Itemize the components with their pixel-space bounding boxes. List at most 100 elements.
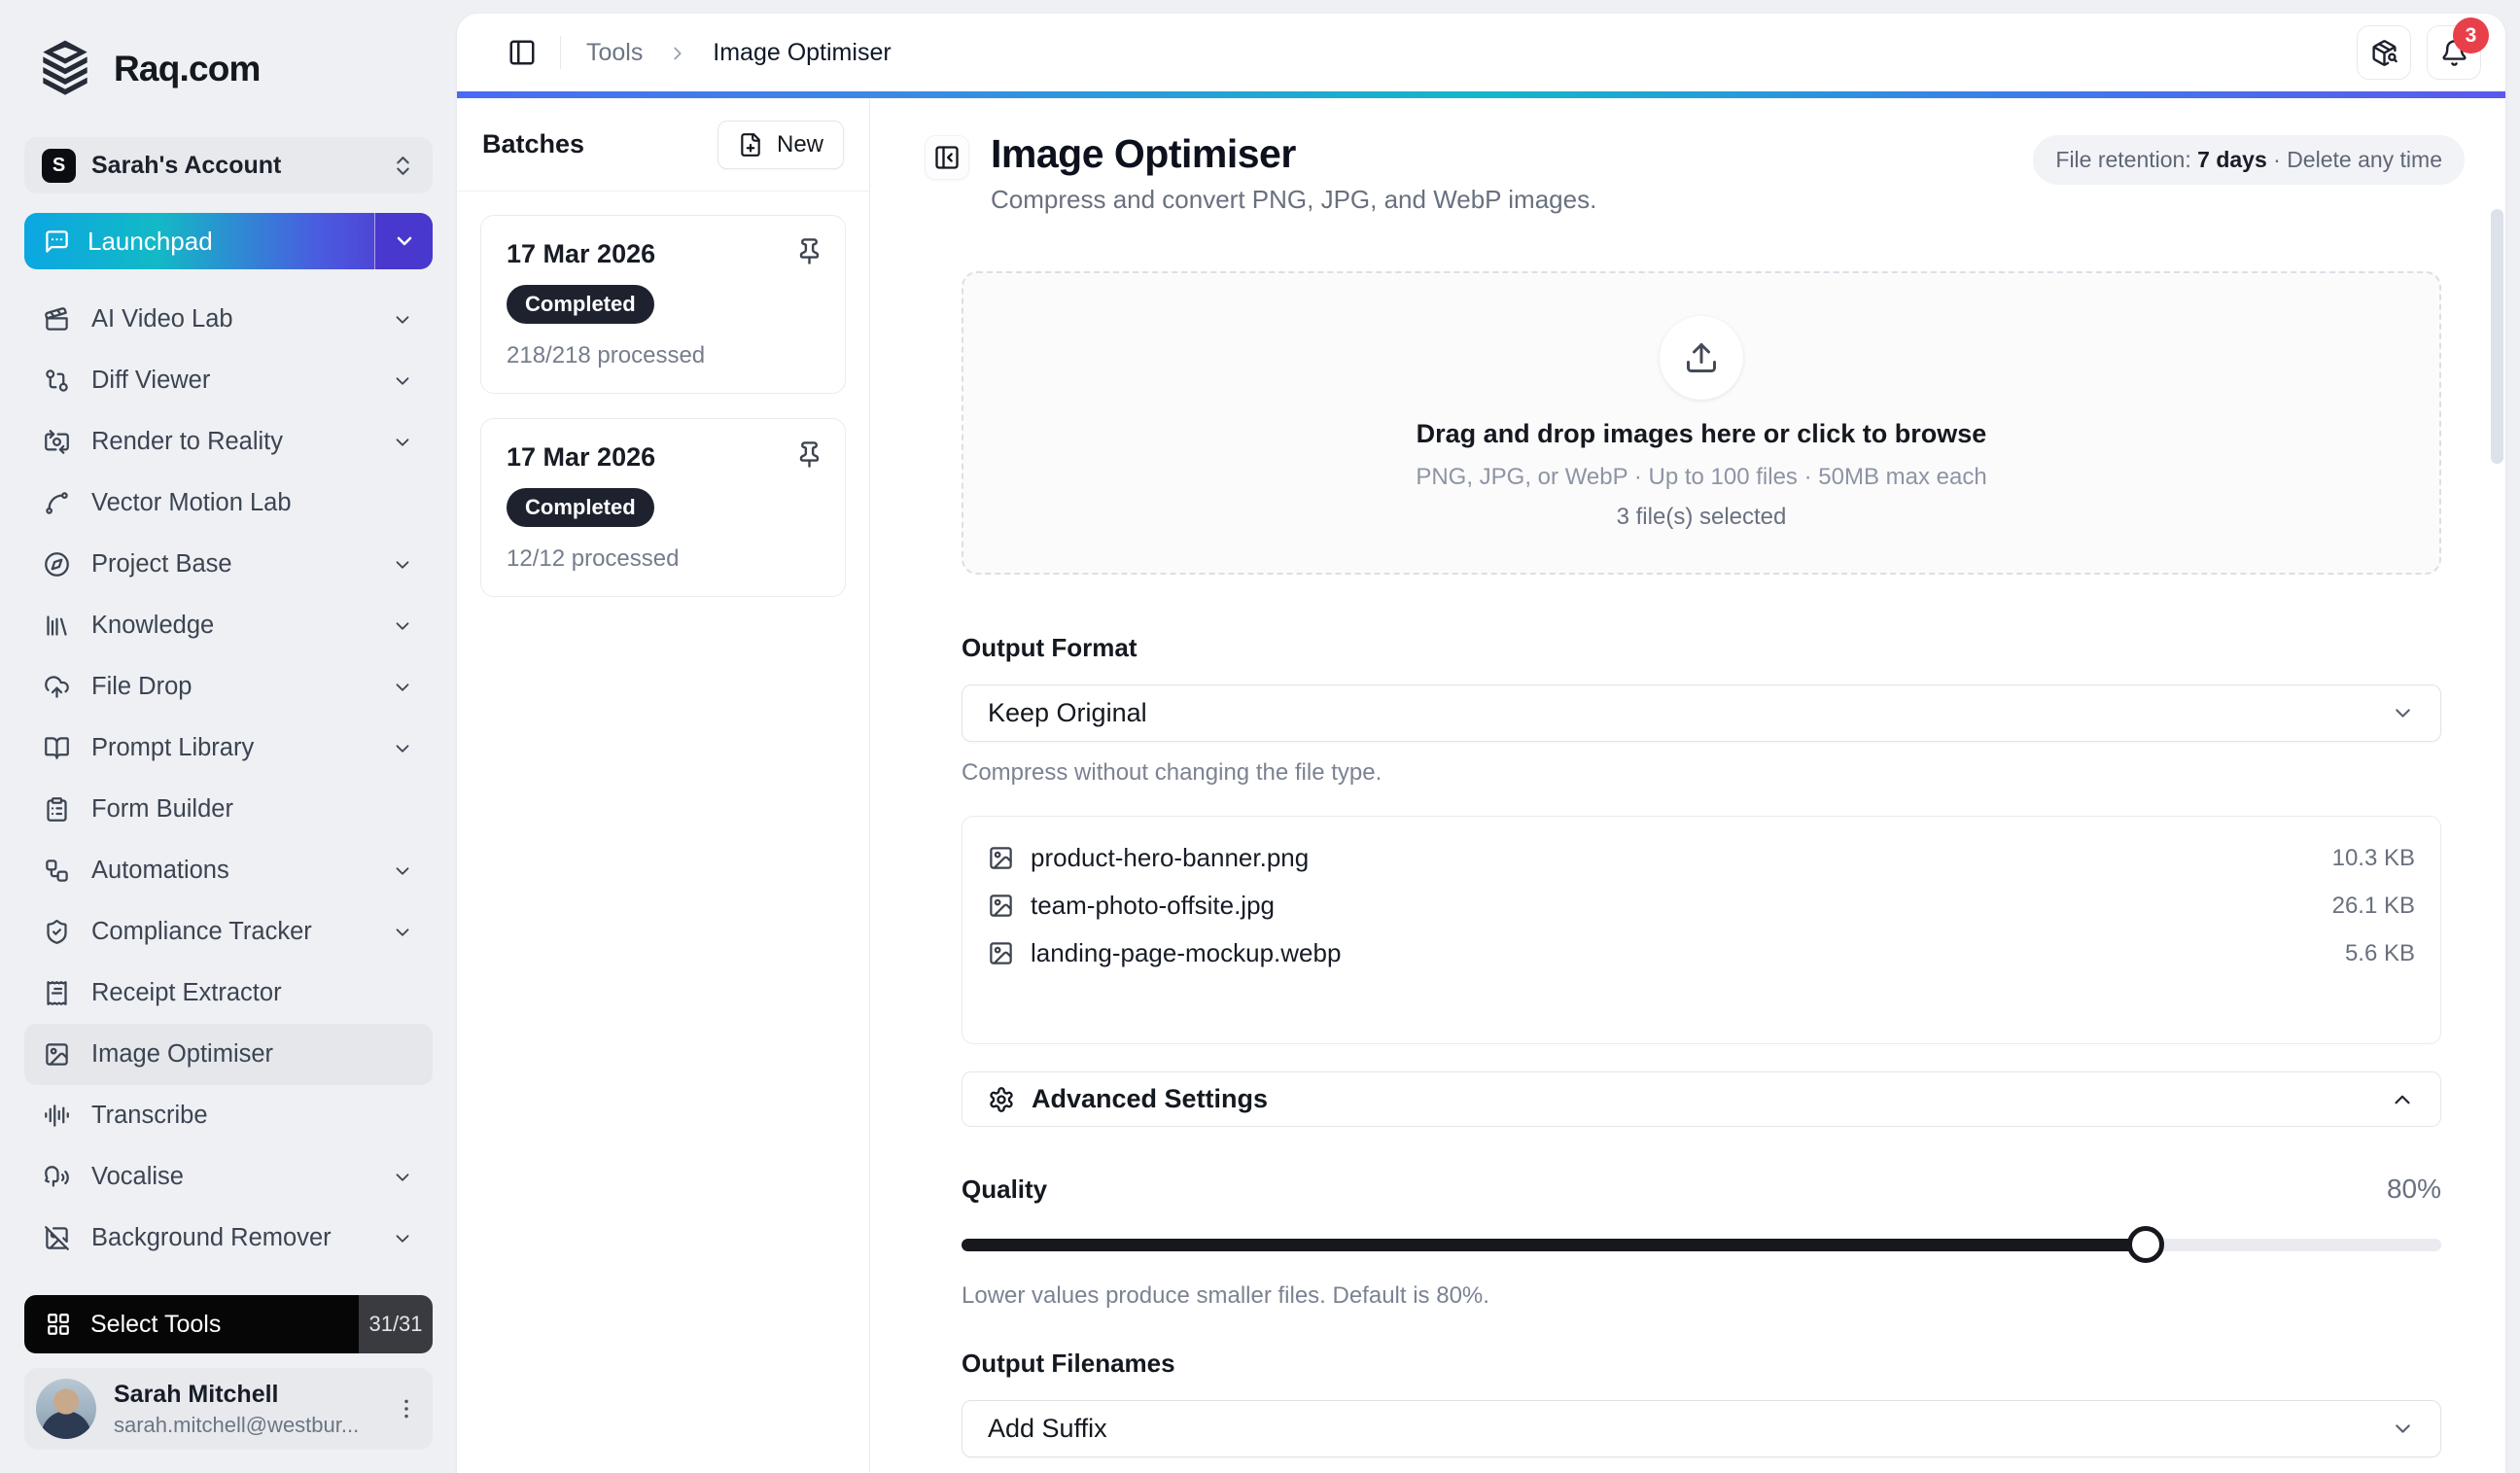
select-tools-count-badge: 31/31 [359, 1295, 433, 1353]
sidebar-toggle-button[interactable] [502, 32, 542, 73]
notifications-button[interactable]: 3 [2427, 25, 2481, 80]
sidebar-item-file-drop[interactable]: File Drop [24, 656, 433, 718]
pin-icon[interactable] [795, 237, 823, 265]
file-size: 10.3 KB [2332, 845, 2415, 872]
sidebar-item-vocalise[interactable]: Vocalise [24, 1146, 433, 1208]
page-title: Image Optimiser [991, 131, 1596, 177]
sidebar-item-form-builder[interactable]: Form Builder [24, 779, 433, 840]
shield-check-icon [44, 919, 70, 945]
advanced-settings-label: Advanced Settings [1032, 1084, 1268, 1114]
output-format-label: Output Format [962, 633, 2441, 663]
advanced-settings-toggle[interactable]: Advanced Settings [962, 1071, 2441, 1127]
retention-days: 7 days [2197, 147, 2267, 172]
account-switcher[interactable]: S Sarah's Account [24, 137, 433, 193]
chevron-down-icon [392, 309, 413, 331]
batch-date: 17 Mar 2026 [507, 239, 820, 269]
select-tools-button[interactable]: Select Tools 31/31 [24, 1295, 433, 1353]
chevron-up-icon [2390, 1087, 2415, 1112]
raq-logo-icon [34, 38, 96, 100]
launchpad-button[interactable]: Launchpad [24, 213, 433, 269]
quality-slider[interactable] [962, 1226, 2441, 1263]
chevron-down-icon [392, 370, 413, 392]
batches-panel: Batches New 17 Mar 2026 Completed 218/21… [457, 98, 870, 1473]
sidebar-item-compliance-tracker[interactable]: Compliance Tracker [24, 901, 433, 963]
dropzone-hint: PNG, JPG, or WebP · Up to 100 files · 50… [1416, 464, 1986, 491]
quality-helper: Lower values produce smaller files. Defa… [962, 1282, 2441, 1310]
launchpad-expand-button[interactable] [374, 213, 433, 269]
output-format-select[interactable]: Keep Original [962, 684, 2441, 742]
sidebar-item-background-remover[interactable]: Background Remover [24, 1208, 433, 1269]
file-plus-icon [738, 132, 763, 158]
gear-icon [988, 1086, 1015, 1113]
switch-camera-icon [44, 429, 70, 455]
notification-count-badge: 3 [2453, 18, 2489, 53]
panel-left-icon [508, 38, 537, 67]
accent-gradient-bar [457, 91, 2505, 98]
chevrons-up-down-icon [391, 154, 415, 178]
sidebar-footer: Select Tools 31/31 Sarah Mitchell sarah.… [0, 1287, 457, 1473]
user-name: Sarah Mitchell [114, 1381, 376, 1409]
audio-lines-icon [44, 1103, 70, 1129]
launchpad-label: Launchpad [88, 227, 213, 257]
slider-track[interactable] [962, 1239, 2441, 1251]
panel-left-close-icon [933, 144, 961, 171]
scrollbar-thumb[interactable] [2491, 209, 2503, 464]
sidebar-item-vector-motion-lab[interactable]: Vector Motion Lab [24, 473, 433, 534]
chevron-down-icon [2391, 701, 2415, 725]
speech-icon [44, 1164, 70, 1190]
file-name: landing-page-mockup.webp [1031, 938, 1341, 968]
grid-icon [46, 1312, 71, 1337]
image-file-icon [988, 940, 1014, 966]
batch-card[interactable]: 17 Mar 2026 Completed 12/12 processed [480, 418, 846, 597]
breadcrumb-tools[interactable]: Tools [586, 39, 643, 66]
sidebar-item-ai-video-lab[interactable]: AI Video Lab [24, 289, 433, 350]
launchpad-main[interactable]: Launchpad [24, 213, 374, 269]
slider-fill [962, 1239, 2146, 1251]
batch-date: 17 Mar 2026 [507, 442, 820, 473]
sidebar-item-automations[interactable]: Automations [24, 840, 433, 901]
sidebar-item-receipt-extractor[interactable]: Receipt Extractor [24, 963, 433, 1024]
batch-processed: 218/218 processed [507, 342, 820, 369]
sidebar-item-render-to-reality[interactable]: Render to Reality [24, 411, 433, 473]
sidebar-item-prompt-library[interactable]: Prompt Library [24, 718, 433, 779]
chevron-down-icon [2391, 1417, 2415, 1441]
chevron-down-icon [392, 677, 413, 698]
sidebar-item-transcribe[interactable]: Transcribe [24, 1085, 433, 1146]
sidebar-item-image-optimiser[interactable]: Image Optimiser [24, 1024, 433, 1085]
user-card[interactable]: Sarah Mitchell sarah.mitchell@westbur... [24, 1368, 433, 1450]
spline-icon [44, 490, 70, 516]
clipboard-list-icon [44, 796, 70, 823]
ellipsis-vertical-icon[interactable] [394, 1396, 419, 1421]
file-row: team-photo-offsite.jpg 26.1 KB [988, 882, 2415, 929]
dropzone-title: Drag and drop images here or click to br… [1417, 419, 1987, 449]
compass-icon [44, 551, 70, 578]
batch-card[interactable]: 17 Mar 2026 Completed 218/218 processed [480, 215, 846, 394]
select-tools-label: Select Tools [90, 1311, 221, 1339]
chevron-right-icon [667, 43, 688, 64]
dropzone-selected-count: 3 file(s) selected [1617, 504, 1787, 531]
chevron-down-icon [392, 922, 413, 943]
chevron-down-icon [392, 615, 413, 637]
collapse-panel-button[interactable] [925, 135, 969, 180]
new-batch-button[interactable]: New [718, 121, 844, 169]
upload-icon [1684, 340, 1719, 375]
batches-header: Batches New [457, 98, 869, 192]
page-subtitle: Compress and convert PNG, JPG, and WebP … [991, 185, 1596, 215]
sidebar-item-project-base[interactable]: Project Base [24, 534, 433, 595]
quality-label: Quality [962, 1175, 1047, 1205]
sidebar: Raq.com S Sarah's Account Launchpad AI V… [0, 0, 457, 1473]
slider-thumb[interactable] [2127, 1226, 2164, 1263]
file-retention-badge: File retention: 7 days · Delete any time [2033, 135, 2465, 185]
dropzone[interactable]: Drag and drop images here or click to br… [962, 271, 2441, 575]
pin-icon[interactable] [795, 440, 823, 469]
message-square-icon [44, 228, 70, 255]
sidebar-item-knowledge[interactable]: Knowledge [24, 595, 433, 656]
sidebar-item-diff-viewer[interactable]: Diff Viewer [24, 350, 433, 411]
chevron-down-icon [393, 229, 416, 253]
breadcrumb: Tools Image Optimiser [586, 39, 892, 67]
image-icon [44, 1041, 70, 1068]
package-search-button[interactable] [2357, 25, 2411, 80]
select-tools-main[interactable]: Select Tools [24, 1295, 359, 1353]
batch-processed: 12/12 processed [507, 545, 820, 573]
output-filenames-select[interactable]: Add Suffix [962, 1400, 2441, 1457]
